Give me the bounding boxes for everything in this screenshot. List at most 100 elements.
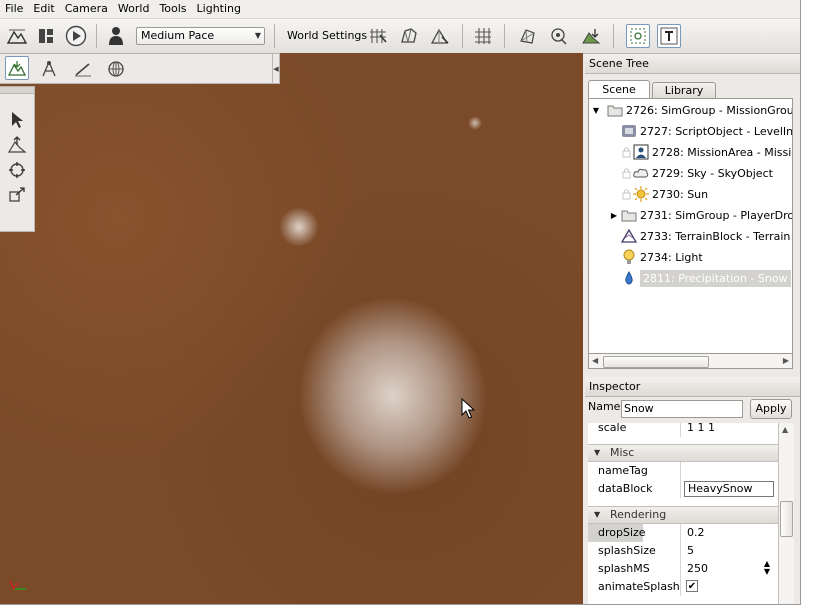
- tree-item[interactable]: 2734: Light: [621, 247, 703, 267]
- property-row: splashSize 5: [588, 542, 778, 560]
- play-icon: [65, 25, 87, 47]
- move-tool-button[interactable]: [6, 134, 28, 156]
- select-tool-button[interactable]: [6, 109, 28, 131]
- tree-item-selected[interactable]: 2811: Precipitation - Snow: [621, 268, 791, 288]
- object-snap-button[interactable]: [397, 24, 421, 48]
- tab-library[interactable]: Library: [652, 82, 716, 98]
- wireframe-button[interactable]: [516, 24, 540, 48]
- property-row: dataBlock HeavySnow: [588, 480, 778, 498]
- expand-down-icon[interactable]: ▼: [591, 106, 601, 115]
- terrain-paint-button[interactable]: [37, 57, 61, 81]
- grid-icon: [475, 28, 491, 44]
- snow-fleck: [468, 116, 482, 130]
- property-row: scale 1 1 1: [588, 423, 778, 437]
- tree-item[interactable]: ▶ 2731: SimGroup - PlayerDropPoints: [609, 205, 792, 225]
- spinner-arrows-icon[interactable]: ▲ ▼: [760, 560, 774, 578]
- section-rendering[interactable]: ▼ Rendering: [588, 506, 778, 524]
- snow-patch: [280, 208, 318, 246]
- 3d-viewport[interactable]: [0, 53, 583, 604]
- scroll-up-icon[interactable]: ▲: [782, 425, 788, 434]
- grid-toggle-button[interactable]: [471, 24, 495, 48]
- lock-icon[interactable]: [621, 166, 631, 180]
- palette-grip[interactable]: [0, 87, 34, 94]
- scroll-right-icon[interactable]: ▶: [783, 356, 789, 365]
- compass-paint-icon: [42, 61, 56, 77]
- terrain-smooth-button[interactable]: [71, 57, 95, 81]
- select-mode-button[interactable]: [626, 24, 650, 48]
- terrain-material-button[interactable]: [104, 57, 128, 81]
- scroll-thumb[interactable]: [780, 501, 793, 537]
- palette-collapse-handle[interactable]: ◀: [272, 54, 279, 83]
- terrain-tool-palette: ◀: [0, 53, 280, 84]
- property-value[interactable]: 5: [687, 544, 694, 557]
- scene-tree: ▼ 2726: SimGroup - MissionGroup 2727: Sc…: [588, 98, 793, 369]
- inspector-vscrollbar[interactable]: ▲: [778, 423, 794, 604]
- property-value[interactable]: 0.2: [687, 526, 705, 539]
- tree-item[interactable]: 2727: ScriptObject - LevelInfo: [621, 121, 792, 141]
- grid-snap-icon: [370, 29, 387, 43]
- scroll-thumb[interactable]: [603, 356, 709, 368]
- expand-right-icon[interactable]: ▶: [609, 211, 619, 220]
- section-label: Rendering: [610, 508, 667, 521]
- tree-item[interactable]: ▼ 2726: SimGroup - MissionGroup: [591, 100, 793, 120]
- datablock-field[interactable]: HeavySnow: [684, 481, 774, 497]
- property-value[interactable]: 1 1 1: [687, 423, 715, 434]
- wireframe-object-icon: [520, 29, 535, 44]
- scroll-left-icon[interactable]: ◀: [592, 356, 598, 365]
- terrain-snap-icon: [430, 28, 449, 44]
- terrain-icon: [621, 228, 637, 244]
- visibility-button[interactable]: [547, 24, 571, 48]
- tree-item[interactable]: 2730: Sun: [621, 184, 708, 204]
- name-field[interactable]: Snow: [621, 400, 743, 418]
- play-button[interactable]: [64, 24, 88, 48]
- pencil-icon: [75, 63, 91, 77]
- section-misc[interactable]: ▼ Misc: [588, 444, 778, 462]
- menu-camera[interactable]: Camera: [60, 0, 113, 18]
- collapse-down-icon: ▼: [594, 448, 601, 457]
- move-gizmo-icon: [7, 136, 27, 153]
- snap-grid-button[interactable]: [367, 24, 391, 48]
- rotate-tool-button[interactable]: [6, 159, 28, 181]
- animate-splashes-checkbox[interactable]: ✔: [686, 580, 698, 592]
- scene-tree-header: Scene Tree: [585, 54, 800, 74]
- scale-tool-button[interactable]: [6, 184, 28, 206]
- tab-scene[interactable]: Scene: [588, 80, 650, 99]
- world-settings-label: World Settings: [287, 29, 368, 42]
- lock-icon[interactable]: [621, 187, 631, 201]
- layout-button[interactable]: [34, 24, 58, 48]
- menu-world[interactable]: World: [113, 0, 155, 18]
- property-key: splashSize: [598, 544, 656, 557]
- fit-terrain-button[interactable]: [579, 24, 603, 48]
- menu-lighting[interactable]: Lighting: [192, 0, 246, 18]
- terrain-editor-button[interactable]: [5, 24, 29, 48]
- script-object-icon: [621, 123, 637, 139]
- tree-item-label: 2726: SimGroup - MissionGroup: [626, 103, 793, 117]
- scale-gizmo-icon: [9, 187, 25, 202]
- tree-item[interactable]: 2728: MissionArea - MissionArea: [621, 142, 792, 162]
- mission-area-icon: [633, 144, 649, 160]
- text-labels-button[interactable]: [657, 24, 681, 48]
- scene-tree-hscrollbar[interactable]: ◀ ▶: [588, 353, 793, 369]
- player-camera-button[interactable]: [104, 24, 128, 48]
- globe-icon: [108, 61, 124, 77]
- property-key: dataBlock: [598, 482, 653, 495]
- camera-speed-select[interactable]: Medium Pace ▼: [136, 27, 265, 45]
- apply-button[interactable]: Apply: [750, 399, 792, 419]
- property-key: dropSize: [598, 526, 646, 539]
- property-key: splashMS: [598, 562, 650, 575]
- tree-item[interactable]: 2733: TerrainBlock - Terrain: [621, 226, 790, 246]
- terrain-snap-button[interactable]: [428, 24, 452, 48]
- inspector-header: Inspector: [585, 377, 800, 397]
- snow-precipitation-cluster: [281, 280, 504, 511]
- menu-file[interactable]: File: [0, 0, 28, 18]
- property-row: splashMS 250 ▲ ▼: [588, 560, 778, 578]
- object-snap-icon: [401, 28, 417, 43]
- terrain-brush-button[interactable]: [5, 56, 29, 80]
- tree-item-label: 2811: Precipitation - Snow: [640, 269, 791, 287]
- lock-icon[interactable]: [621, 145, 631, 159]
- property-value[interactable]: 250: [687, 562, 708, 575]
- menu-tools[interactable]: Tools: [154, 0, 191, 18]
- menu-edit[interactable]: Edit: [28, 0, 59, 18]
- property-row: animateSplashes ✔: [588, 578, 778, 596]
- tree-item[interactable]: 2729: Sky - SkyObject: [621, 163, 773, 183]
